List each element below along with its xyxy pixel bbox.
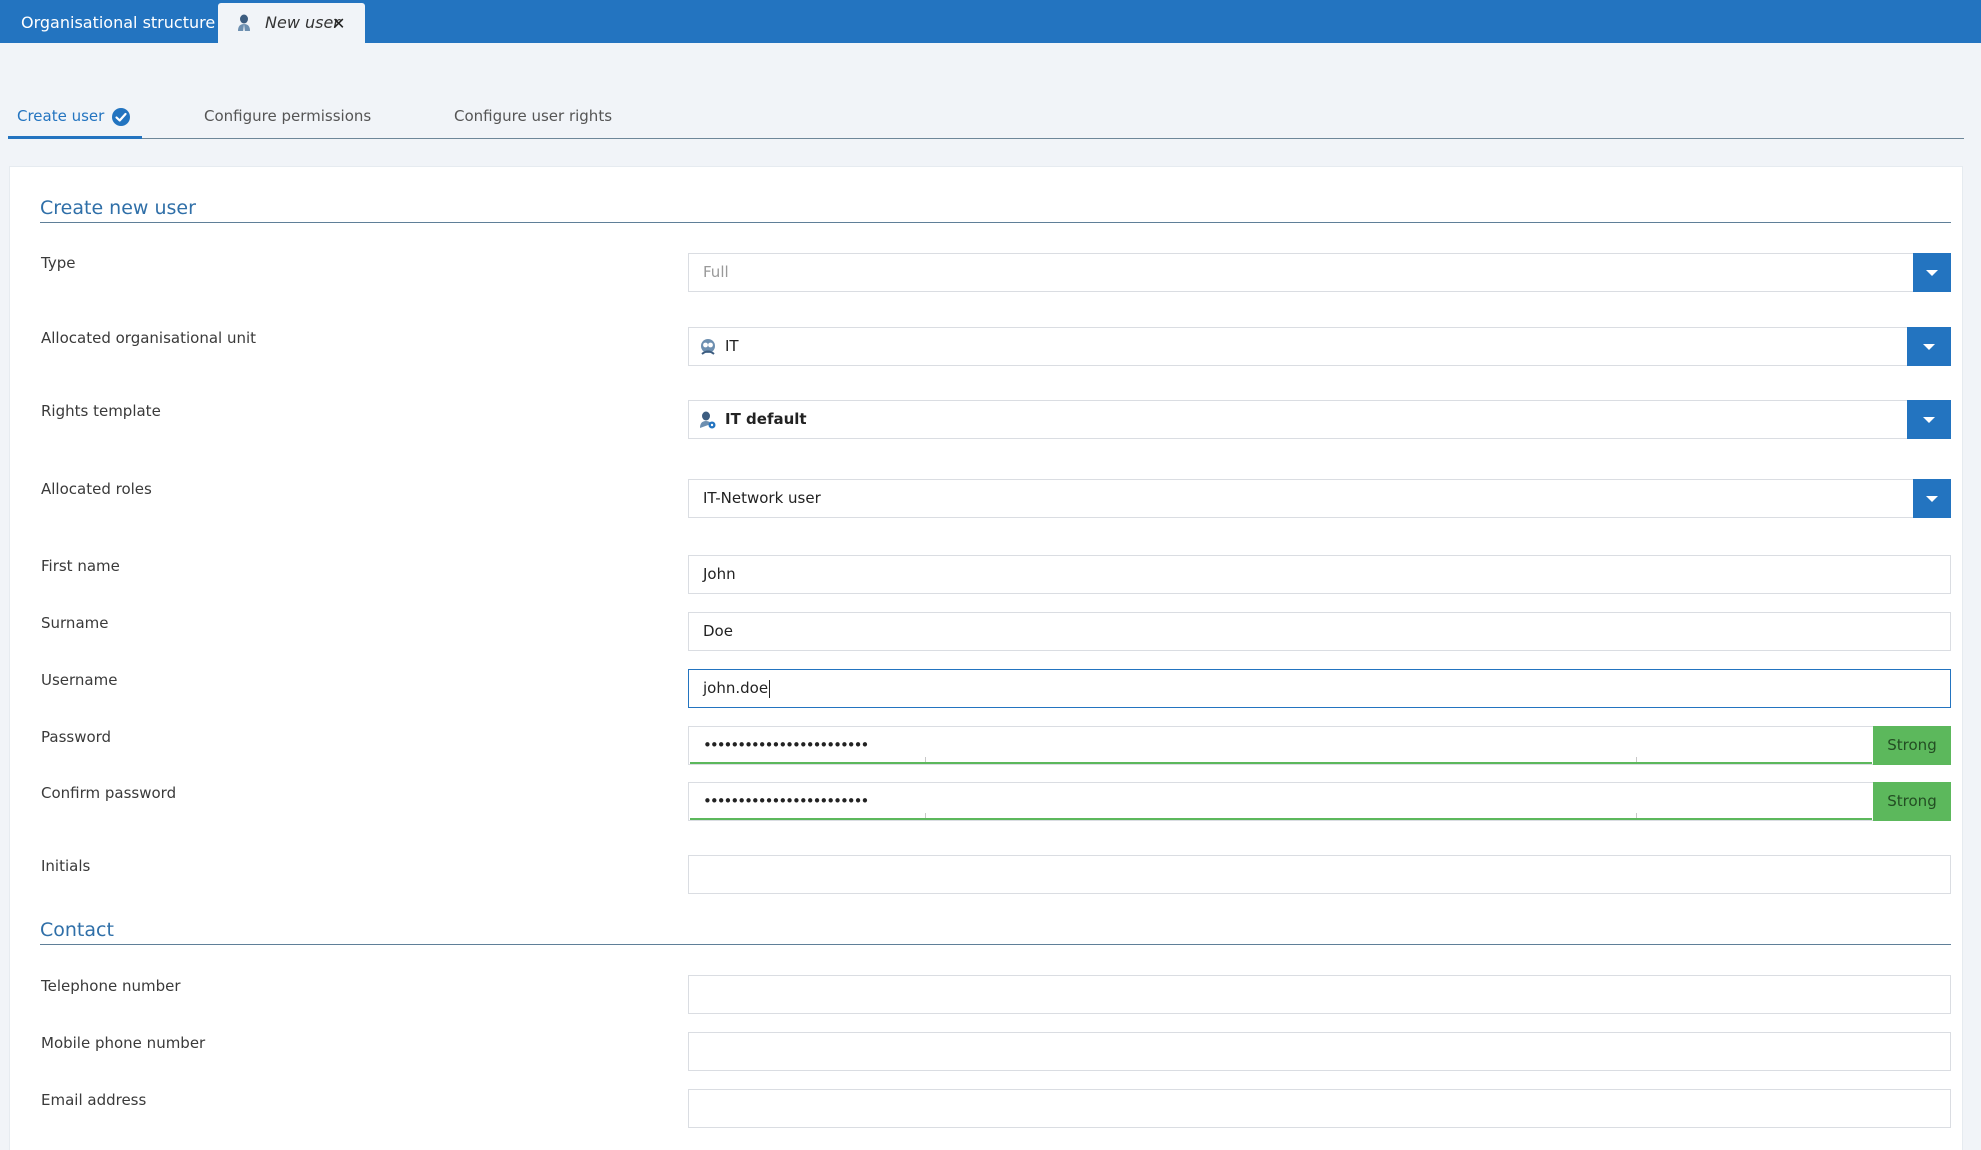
first-name-input[interactable]: John bbox=[688, 555, 1951, 594]
roles-dropdown-button[interactable] bbox=[1913, 479, 1951, 518]
password-value: •••••••••••••••••••••••• bbox=[703, 736, 869, 754]
confirm-password-input[interactable]: •••••••••••••••••••••••• Strong bbox=[688, 782, 1951, 821]
org-unit-value: IT bbox=[725, 337, 739, 355]
top-tab-bar: Organisational structure New user ✕ bbox=[0, 0, 1981, 43]
password-label: Password bbox=[41, 728, 112, 746]
tab-new-user-label: New user bbox=[265, 13, 340, 32]
rights-template-label: Rights template bbox=[41, 402, 161, 420]
username-input[interactable]: john.doe bbox=[688, 669, 1951, 708]
step-create-user[interactable]: Create user bbox=[8, 96, 142, 139]
email-input[interactable] bbox=[688, 1089, 1951, 1128]
close-icon[interactable]: ✕ bbox=[332, 3, 345, 45]
password-input[interactable]: •••••••••••••••••••••••• Strong bbox=[688, 726, 1951, 765]
tab-new-user[interactable]: New user ✕ bbox=[218, 3, 365, 43]
initials-input[interactable] bbox=[688, 855, 1951, 894]
surname-value: Doe bbox=[703, 622, 733, 640]
first-name-label: First name bbox=[41, 557, 120, 575]
type-select[interactable]: Full bbox=[688, 253, 1951, 292]
telephone-input[interactable] bbox=[688, 975, 1951, 1014]
meter-tick bbox=[1636, 757, 1637, 762]
surname-label: Surname bbox=[41, 614, 109, 632]
rights-template-icon bbox=[700, 411, 716, 429]
surname-input[interactable]: Doe bbox=[688, 612, 1951, 651]
text-caret bbox=[769, 679, 771, 698]
username-label: Username bbox=[41, 671, 118, 689]
username-value: john.doe bbox=[703, 679, 769, 697]
confirm-password-value: •••••••••••••••••••••••• bbox=[703, 792, 869, 810]
confirm-password-label: Confirm password bbox=[41, 784, 177, 802]
first-name-value: John bbox=[703, 565, 736, 583]
create-user-panel: Create new user Type Full Allocated orga… bbox=[9, 166, 1963, 1150]
section-title-contact: Contact bbox=[40, 915, 1951, 945]
user-icon bbox=[238, 14, 250, 31]
rights-template-select[interactable]: IT default bbox=[688, 400, 1951, 439]
type-label: Type bbox=[41, 254, 76, 272]
telephone-label: Telephone number bbox=[41, 977, 181, 995]
mobile-label: Mobile phone number bbox=[41, 1034, 206, 1052]
password-strength-badge: Strong bbox=[1873, 726, 1951, 765]
confirm-password-strength-meter bbox=[690, 818, 1872, 820]
org-unit-label: Allocated organisational unit bbox=[41, 329, 257, 347]
mobile-input[interactable] bbox=[688, 1032, 1951, 1071]
org-unit-select[interactable]: IT bbox=[688, 327, 1951, 366]
section-title-create-new-user: Create new user bbox=[40, 193, 1951, 223]
tab-organisational-structure[interactable]: Organisational structure bbox=[0, 0, 236, 43]
step-create-user-label: Create user bbox=[17, 107, 105, 125]
email-label: Email address bbox=[41, 1091, 147, 1109]
type-dropdown-button[interactable] bbox=[1913, 253, 1951, 292]
roles-label: Allocated roles bbox=[41, 480, 152, 498]
step-configure-user-rights[interactable]: Configure user rights bbox=[454, 96, 612, 138]
org-unit-dropdown-button[interactable] bbox=[1907, 327, 1951, 366]
step-configure-permissions-label: Configure permissions bbox=[204, 107, 372, 125]
step-configure-user-rights-label: Configure user rights bbox=[454, 107, 613, 125]
type-value: Full bbox=[703, 263, 729, 281]
meter-tick bbox=[925, 757, 926, 762]
meter-tick bbox=[925, 813, 926, 818]
org-unit-icon bbox=[701, 339, 715, 355]
check-circle-icon bbox=[112, 108, 130, 126]
rights-template-value: IT default bbox=[725, 410, 807, 428]
tab-organisational-structure-label: Organisational structure bbox=[21, 13, 216, 32]
confirm-password-strength-badge: Strong bbox=[1873, 782, 1951, 821]
roles-value: IT-Network user bbox=[703, 489, 821, 507]
meter-tick bbox=[1636, 813, 1637, 818]
wizard-steps: Create user Configure permissions Config… bbox=[8, 96, 1964, 139]
roles-select[interactable]: IT-Network user bbox=[688, 479, 1951, 518]
initials-label: Initials bbox=[41, 857, 91, 875]
step-configure-permissions[interactable]: Configure permissions bbox=[204, 96, 371, 138]
rights-template-dropdown-button[interactable] bbox=[1907, 400, 1951, 439]
password-strength-meter bbox=[690, 762, 1872, 764]
